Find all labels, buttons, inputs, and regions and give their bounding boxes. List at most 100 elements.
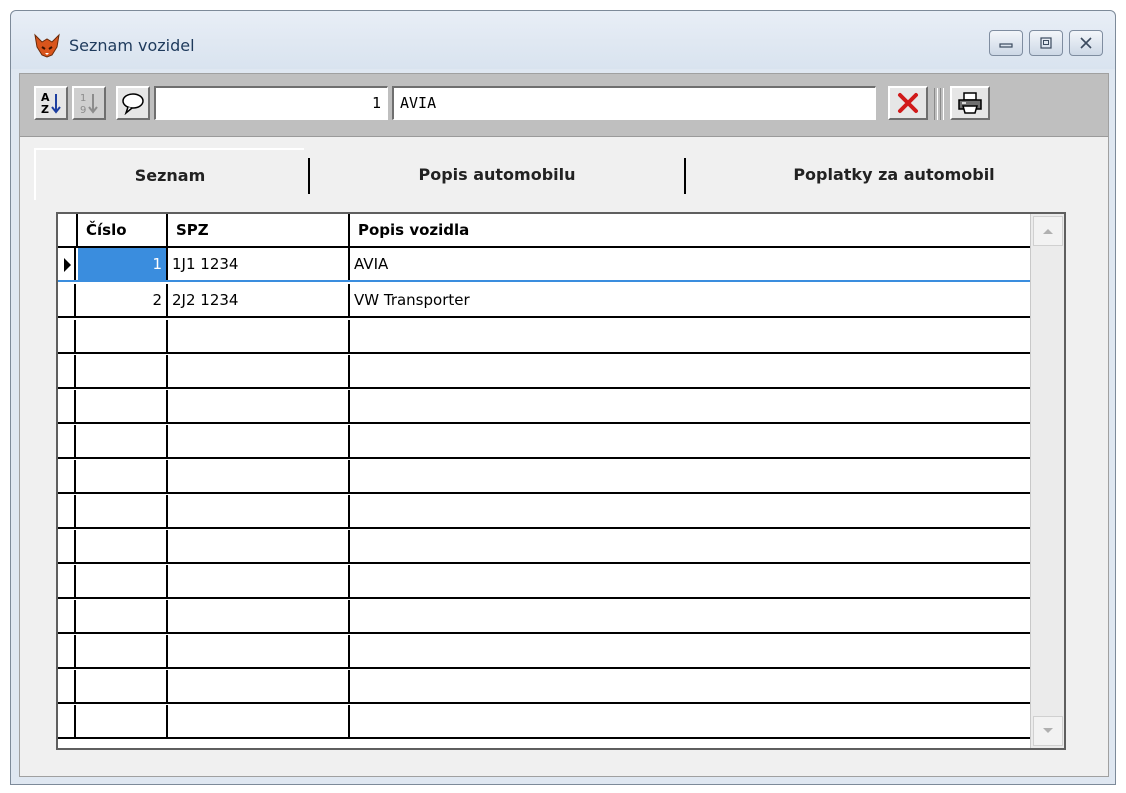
empty-cell[interactable] [350,600,1032,632]
title-bar[interactable]: Seznam vozidel [11,11,1115,69]
minimize-button[interactable] [989,30,1023,56]
cell-spz[interactable]: 2J2 1234 [168,284,350,316]
cell-cislo[interactable]: 2 [78,284,168,316]
row-indicator [58,390,76,422]
header-indicator [58,214,78,246]
empty-cell[interactable] [78,425,168,457]
close-icon [898,93,918,113]
empty-cell[interactable] [350,705,1032,737]
row-indicator [58,565,76,597]
vehicle-grid[interactable]: Číslo SPZ Popis vozidla 1 1J1 1234 AVIA … [56,212,1066,750]
empty-cell[interactable] [168,495,350,527]
toolbar: A Z 1 9 1 AVIA [20,74,1108,137]
empty-cell[interactable] [350,530,1032,562]
scroll-up-button[interactable] [1033,216,1063,246]
empty-table-row[interactable] [58,635,1032,669]
empty-cell[interactable] [78,565,168,597]
empty-cell[interactable] [78,705,168,737]
cell-cislo[interactable]: 1 [78,248,168,280]
empty-table-row[interactable] [58,530,1032,564]
tab-popis-automobilu[interactable]: Popis automobilu [312,148,682,200]
empty-table-row[interactable] [58,390,1032,424]
empty-table-row[interactable] [58,425,1032,459]
empty-table-row[interactable] [58,495,1032,529]
maximize-button[interactable] [1029,30,1063,56]
empty-cell[interactable] [78,635,168,667]
note-button[interactable] [116,86,150,120]
empty-cell[interactable] [350,320,1032,352]
toolbar-separator [940,88,944,120]
scroll-down-button[interactable] [1033,716,1063,746]
row-indicator [58,705,76,737]
empty-cell[interactable] [168,460,350,492]
empty-cell[interactable] [168,355,350,387]
chevron-down-icon [1043,728,1053,733]
empty-cell[interactable] [78,530,168,562]
empty-cell[interactable] [350,495,1032,527]
empty-table-row[interactable] [58,565,1032,599]
empty-cell[interactable] [78,670,168,702]
row-indicator [58,495,76,527]
sort-az-button[interactable]: A Z [34,86,68,120]
empty-cell[interactable] [78,355,168,387]
row-indicator [58,320,76,352]
empty-cell[interactable] [350,390,1032,422]
column-header-cislo[interactable]: Číslo [78,214,168,246]
column-header-spz[interactable]: SPZ [168,214,350,246]
empty-table-row[interactable] [58,705,1032,739]
row-indicator [58,670,76,702]
empty-cell[interactable] [168,390,350,422]
empty-table-row[interactable] [58,670,1032,704]
cell-spz[interactable]: 1J1 1234 [168,248,350,280]
minimize-icon [999,43,1013,48]
row-indicator [58,460,76,492]
record-number-field[interactable]: 1 [154,86,388,120]
empty-cell[interactable] [168,320,350,352]
empty-table-row[interactable] [58,460,1032,494]
delete-button[interactable] [888,86,928,120]
empty-cell[interactable] [168,530,350,562]
close-icon [1080,37,1092,49]
empty-cell[interactable] [78,390,168,422]
column-header-popis[interactable]: Popis vozidla [350,214,1032,246]
empty-cell[interactable] [350,635,1032,667]
empty-cell[interactable] [350,460,1032,492]
empty-cell[interactable] [350,425,1032,457]
empty-cell[interactable] [168,600,350,632]
tab-label: Seznam [134,165,206,185]
empty-cell[interactable] [78,460,168,492]
sort-az-icon: A Z [41,91,61,116]
table-row[interactable]: 1 1J1 1234 AVIA [58,248,1032,282]
search-field[interactable]: AVIA [392,86,876,120]
search-value: AVIA [400,94,437,112]
empty-cell[interactable] [350,670,1032,702]
empty-cell[interactable] [350,565,1032,597]
cell-popis[interactable]: AVIA [350,248,1032,280]
tab-separator [684,158,686,194]
cell-popis[interactable]: VW Transporter [350,284,1032,316]
print-button[interactable] [950,86,990,120]
toolbar-separator [934,88,938,120]
empty-cell[interactable] [168,635,350,667]
empty-cell[interactable] [78,495,168,527]
sort-numeric-button[interactable]: 1 9 [72,86,106,120]
empty-table-row[interactable] [58,355,1032,389]
empty-cell[interactable] [350,355,1032,387]
close-window-button[interactable] [1069,30,1103,56]
tab-poplatky-za-automobil[interactable]: Poplatky za automobil [688,148,1100,200]
tab-seznam[interactable]: Seznam [34,148,304,200]
empty-cell[interactable] [78,320,168,352]
tab-label: Popis automobilu [418,164,576,184]
empty-cell[interactable] [168,705,350,737]
vertical-scrollbar[interactable] [1030,214,1064,748]
table-row[interactable]: 2 2J2 1234 VW Transporter [58,284,1032,318]
empty-cell[interactable] [168,425,350,457]
empty-table-row[interactable] [58,600,1032,634]
svg-text:1: 1 [80,93,86,104]
maximize-icon [1040,37,1052,49]
row-indicator [58,248,76,280]
empty-cell[interactable] [78,600,168,632]
empty-table-row[interactable] [58,320,1032,354]
empty-cell[interactable] [168,670,350,702]
empty-cell[interactable] [168,565,350,597]
